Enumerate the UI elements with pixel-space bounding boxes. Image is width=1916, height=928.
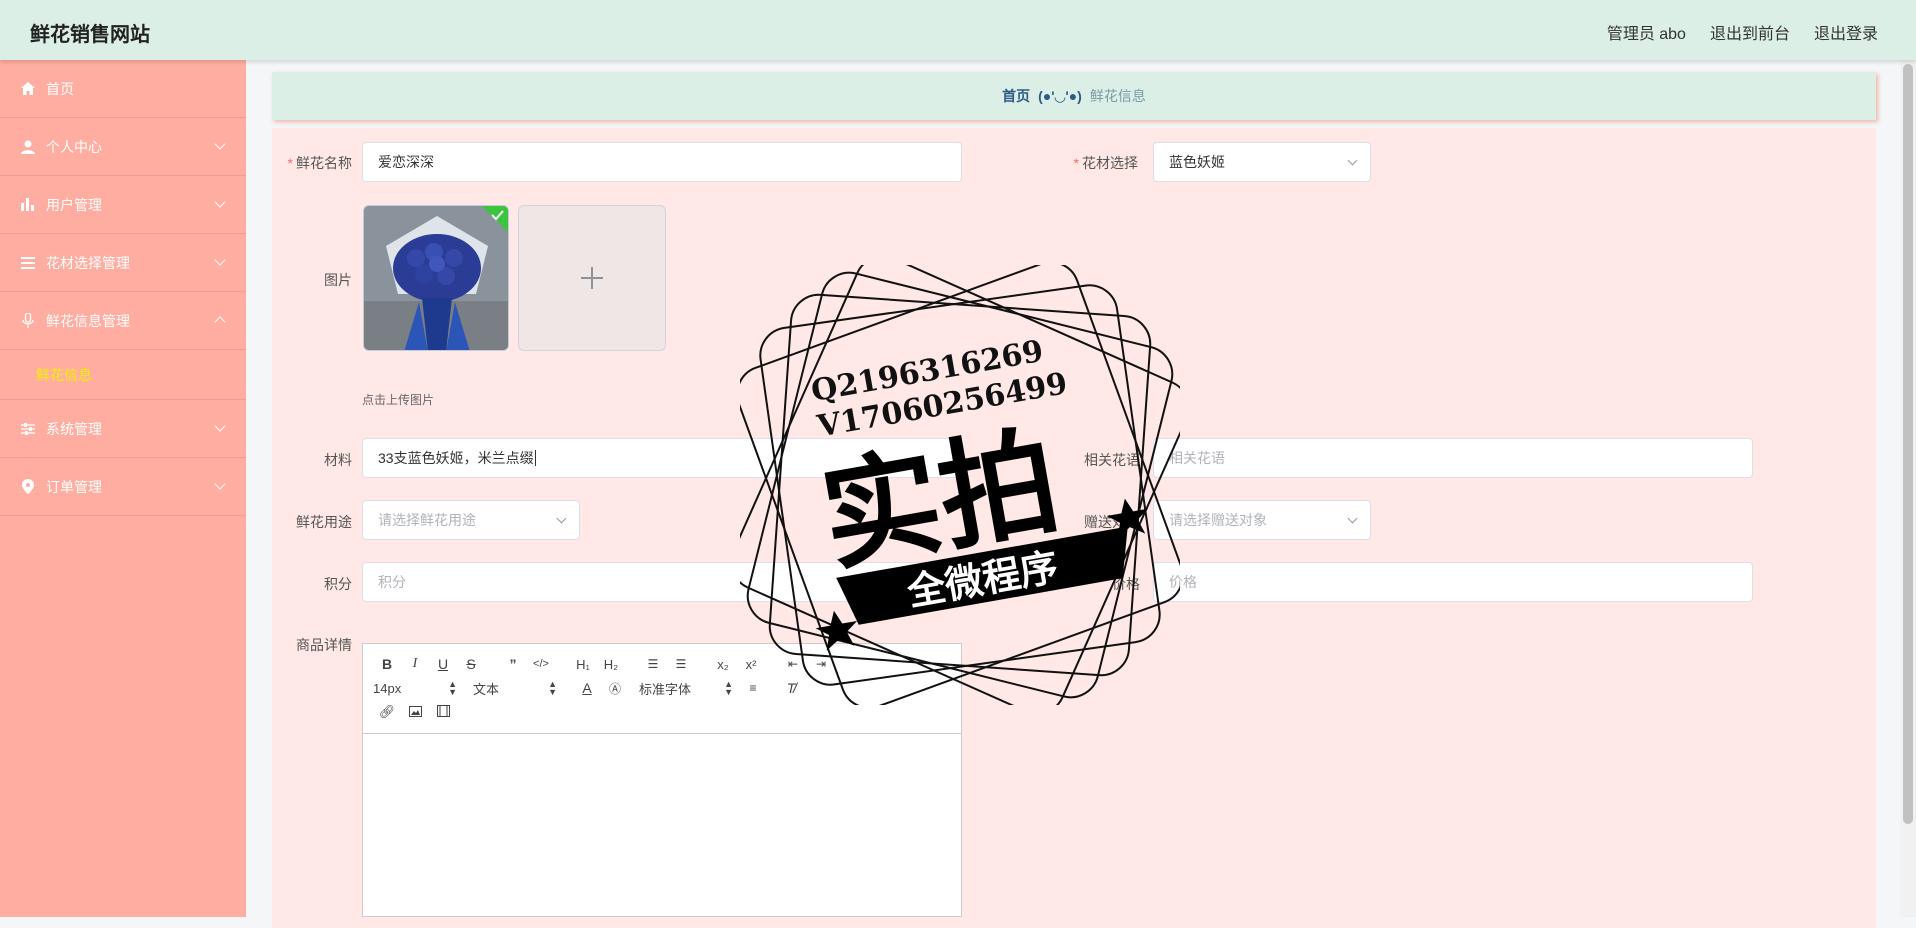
updown-icon: ▲ ▼ <box>548 679 557 697</box>
chevron-down-icon <box>214 138 226 150</box>
image-label: 图片 <box>324 272 352 288</box>
image-upload-button[interactable] <box>518 205 666 351</box>
italic-icon[interactable]: I <box>401 656 429 672</box>
bold-icon[interactable]: B <box>373 656 401 672</box>
font-color-icon[interactable]: A <box>573 680 601 696</box>
plus-icon <box>581 267 603 289</box>
breadcrumb-home[interactable]: 首页 <box>1002 86 1030 106</box>
subscript-icon[interactable]: x₂ <box>709 657 737 672</box>
sidebar-item-material[interactable]: 花材选择管理 <box>0 234 246 292</box>
image-icon[interactable] <box>401 704 429 720</box>
ordered-list-icon[interactable]: ☰ <box>639 657 667 671</box>
indent-increase-icon[interactable]: ⇥ <box>807 657 835 671</box>
chevron-down-icon <box>1347 513 1358 524</box>
header2-icon[interactable]: H₂ <box>597 657 625 672</box>
usage-label: 鲜花用途 <box>296 514 352 530</box>
sidebar-item-home[interactable]: 首页 <box>0 60 246 118</box>
sidebar-item-profile[interactable]: 个人中心 <box>0 118 246 176</box>
font-size-select[interactable]: 14px ▲ ▼ <box>373 679 463 697</box>
strike-icon[interactable]: S <box>457 656 485 672</box>
logout-link[interactable]: 退出登录 <box>1814 20 1878 44</box>
points-input[interactable]: 积分 <box>362 562 962 602</box>
clear-format-icon[interactable]: T̸ <box>777 680 805 696</box>
updown-icon: ▲ ▼ <box>448 679 457 697</box>
material-input[interactable]: 33支蓝色妖姬，米兰点缀 <box>362 438 962 478</box>
editor-toolbar: B I U S ” </> H₁ H₂ ☰ ☰ x₂ x² ⇤ ⇥ 14px ▲ ▼… <box>363 644 961 734</box>
admin-user-label: 管理员 abo <box>1606 26 1686 43</box>
material-choice-label: * 花材选择 <box>1073 155 1138 171</box>
sidebar-item-label: 鲜花信息管理 <box>46 312 130 329</box>
link-icon[interactable]: 🔗︎ <box>373 704 401 720</box>
location-icon <box>20 479 36 495</box>
sidebar-item-label: 用户管理 <box>46 196 102 213</box>
chevron-down-icon <box>214 254 226 266</box>
rich-text-editor: B I U S ” </> H₁ H₂ ☰ ☰ x₂ x² ⇤ ⇥ 14px ▲ ▼… <box>362 643 962 917</box>
site-title: 鲜花销售网站 <box>30 24 150 46</box>
sidebar-subitem-label: 鲜花信息 <box>36 366 92 383</box>
background-color-icon[interactable]: Ⓐ <box>601 680 629 697</box>
underline-icon[interactable]: U <box>429 656 457 672</box>
scrollbar-thumb[interactable] <box>1903 64 1913 824</box>
updown-icon: ▲ ▼ <box>724 679 733 697</box>
sidebar-subitem-flower-info[interactable]: 鲜花信息 <box>0 350 246 400</box>
points-label: 积分 <box>324 576 352 592</box>
font-family-select[interactable]: 标准字体 ▲ ▼ <box>639 679 739 698</box>
sidebar-item-label: 个人中心 <box>46 138 102 155</box>
bar-chart-icon <box>20 197 36 213</box>
sidebar-item-flower-info[interactable]: 鲜花信息管理 <box>0 292 246 350</box>
name-input[interactable]: 爱恋深深 <box>362 142 962 182</box>
chevron-down-icon <box>214 420 226 432</box>
home-icon <box>20 81 36 97</box>
sidebar-item-users[interactable]: 用户管理 <box>0 176 246 234</box>
top-links: 管理员 abo 退出到前台 退出登录 <box>1607 20 1878 44</box>
bullet-list-icon[interactable]: ☰ <box>667 657 695 671</box>
chevron-down-icon <box>214 478 226 490</box>
detail-label: 商品详情 <box>296 637 352 653</box>
header-select[interactable]: 文本 ▲ ▼ <box>473 679 563 698</box>
user-icon <box>20 139 36 155</box>
price-label: 价格 <box>1112 576 1140 592</box>
chevron-down-icon <box>1347 155 1358 166</box>
top-bar: 鲜花销售网站 管理员 abo 退出到前台 退出登录 <box>0 0 1916 60</box>
material-choice-select[interactable]: 蓝色妖姬 <box>1153 142 1371 182</box>
header1-icon[interactable]: H₁ <box>569 657 597 672</box>
recipient-label: 赠送对象 <box>1084 514 1140 530</box>
chevron-down-icon <box>214 196 226 208</box>
material-label: 材料 <box>324 452 352 468</box>
microphone-icon <box>20 313 36 329</box>
recipient-select[interactable]: 请选择赠送对象 <box>1153 500 1371 540</box>
upload-hint: 点击上传图片 <box>362 393 435 407</box>
editor-content-area[interactable] <box>363 734 961 916</box>
sidebar-item-label: 花材选择管理 <box>46 254 130 271</box>
chevron-up-icon <box>214 316 226 328</box>
price-input[interactable]: 价格 <box>1153 562 1753 602</box>
flower-image-thumbnail[interactable] <box>363 205 509 351</box>
blockquote-icon[interactable]: ” <box>499 656 527 672</box>
sliders-icon <box>20 421 36 437</box>
video-icon[interactable] <box>429 704 457 720</box>
sidebar-item-label: 订单管理 <box>46 478 102 495</box>
page-scrollbar[interactable] <box>1900 60 1916 917</box>
sidebar-item-label: 系统管理 <box>46 420 102 437</box>
exit-to-front-link[interactable]: 退出到前台 <box>1710 20 1790 44</box>
breadcrumb-current: 鲜花信息 <box>1089 88 1146 104</box>
sidebar-item-label: 首页 <box>46 80 74 97</box>
sidebar: 首页 个人中心 用户管理 花材选择管理 鲜花信息管理 鲜花信息 系统管理 订单管… <box>0 60 246 917</box>
usage-select[interactable]: 请选择鲜花用途 <box>362 500 580 540</box>
list-icon <box>20 255 36 271</box>
indent-decrease-icon[interactable]: ⇤ <box>779 657 807 671</box>
breadcrumb: 首页 (●'◡'●) 鲜花信息 <box>272 72 1876 120</box>
breadcrumb-separator: (●'◡'●) <box>1038 87 1082 104</box>
name-label: * 鲜花名称 <box>287 155 352 171</box>
flower-language-label: 相关花语 <box>1084 452 1140 468</box>
sidebar-item-orders[interactable]: 订单管理 <box>0 458 246 516</box>
chevron-down-icon <box>556 513 567 524</box>
code-block-icon[interactable]: </> <box>527 658 555 670</box>
align-icon[interactable]: ≡ <box>739 681 767 695</box>
flower-language-input[interactable]: 相关花语 <box>1153 438 1753 478</box>
sidebar-item-system[interactable]: 系统管理 <box>0 400 246 458</box>
superscript-icon[interactable]: x² <box>737 657 765 672</box>
